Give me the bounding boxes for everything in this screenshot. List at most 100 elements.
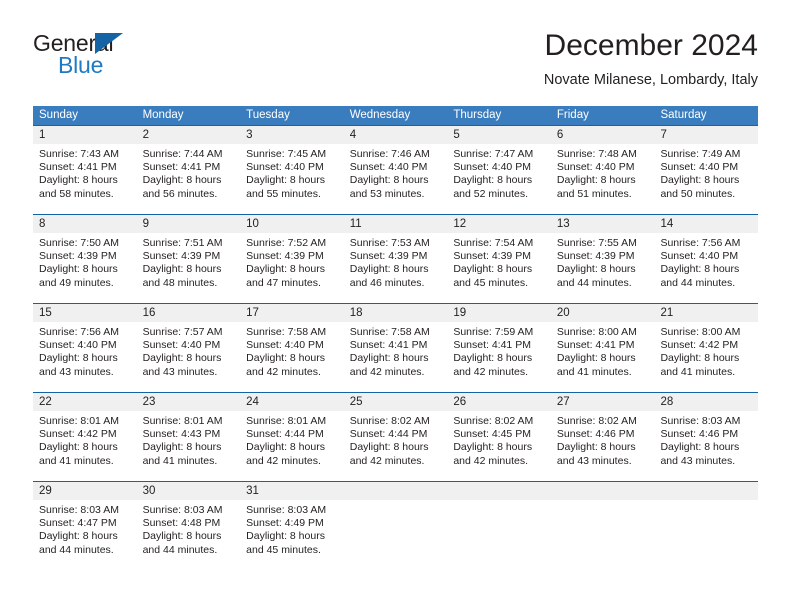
day-cell[interactable]: Sunrise: 8:00 AM Sunset: 4:41 PM Dayligh… [551, 322, 655, 392]
day-cell[interactable]: Sunrise: 8:02 AM Sunset: 4:46 PM Dayligh… [551, 411, 655, 481]
sunrise-text: Sunrise: 7:52 AM [246, 237, 327, 249]
day-number[interactable]: 10 [240, 215, 344, 233]
sunset-text: Sunset: 4:44 PM [349, 428, 428, 441]
day-cell[interactable]: Sunrise: 7:49 AM Sunset: 4:40 PM Dayligh… [654, 144, 758, 214]
daylight-text-line1: Daylight: 8 hours [246, 174, 325, 187]
day-cell[interactable]: Sunrise: 8:00 AM Sunset: 4:42 PM Dayligh… [654, 322, 758, 392]
day-cell[interactable]: Sunrise: 7:51 AM Sunset: 4:39 PM Dayligh… [137, 233, 241, 303]
day-cell[interactable]: Sunrise: 8:01 AM Sunset: 4:44 PM Dayligh… [240, 411, 344, 481]
daylight-text-line1: Daylight: 8 hours [39, 530, 118, 543]
day-cell[interactable]: Sunrise: 7:56 AM Sunset: 4:40 PM Dayligh… [654, 233, 758, 303]
day-cell[interactable]: Sunrise: 7:56 AM Sunset: 4:40 PM Dayligh… [33, 322, 137, 392]
day-cell[interactable]: Sunrise: 7:58 AM Sunset: 4:40 PM Dayligh… [240, 322, 344, 392]
sunrise-text: Sunrise: 7:46 AM [349, 148, 430, 160]
page-subtitle: Novate Milanese, Lombardy, Italy [543, 72, 758, 88]
daylight-text-line2: and 44 minutes. [142, 543, 218, 556]
day-cell[interactable]: Sunrise: 8:02 AM Sunset: 4:44 PM Dayligh… [344, 411, 448, 481]
day-number[interactable]: 4 [344, 126, 448, 144]
day-number[interactable]: 3 [240, 126, 344, 144]
daylight-text-line1: Daylight: 8 hours [142, 263, 222, 276]
day-number[interactable]: 14 [654, 215, 758, 233]
day-number[interactable]: 1 [33, 126, 137, 144]
day-number[interactable]: 16 [137, 304, 241, 322]
day-cell[interactable]: Sunrise: 7:57 AM Sunset: 4:40 PM Dayligh… [137, 322, 241, 392]
day-number[interactable]: 30 [137, 482, 241, 500]
day-number[interactable]: 28 [654, 393, 758, 411]
day-number[interactable]: 17 [240, 304, 344, 322]
sunrise-text: Sunrise: 7:48 AM [556, 148, 637, 160]
day-number[interactable]: 21 [654, 304, 758, 322]
day-cell[interactable]: Sunrise: 7:46 AM Sunset: 4:40 PM Dayligh… [344, 144, 448, 214]
day-cell[interactable]: Sunrise: 8:03 AM Sunset: 4:46 PM Dayligh… [654, 411, 758, 481]
day-cell[interactable]: Sunrise: 7:58 AM Sunset: 4:41 PM Dayligh… [344, 322, 448, 392]
day-number[interactable]: 7 [654, 126, 758, 144]
sunset-text: Sunset: 4:45 PM [453, 428, 531, 441]
day-number[interactable]: 25 [344, 393, 448, 411]
day-cell[interactable]: Sunrise: 8:03 AM Sunset: 4:48 PM Dayligh… [137, 500, 241, 570]
daylight-text-line1: Daylight: 8 hours [142, 174, 222, 187]
sunrise-text: Sunrise: 8:03 AM [660, 415, 741, 427]
daylight-text-line2: and 43 minutes. [556, 454, 632, 467]
daylight-text-line1: Daylight: 8 hours [246, 530, 325, 543]
day-cell[interactable]: Sunrise: 8:03 AM Sunset: 4:49 PM Dayligh… [240, 500, 344, 570]
daylight-text-line2: and 47 minutes. [246, 276, 321, 289]
day-cell[interactable]: Sunrise: 7:59 AM Sunset: 4:41 PM Dayligh… [447, 322, 551, 392]
day-number[interactable]: 6 [551, 126, 655, 144]
day-number[interactable]: 2 [137, 126, 241, 144]
sunset-text: Sunset: 4:39 PM [39, 250, 117, 263]
day-number[interactable]: 22 [33, 393, 137, 411]
day-cell[interactable]: Sunrise: 7:50 AM Sunset: 4:39 PM Dayligh… [33, 233, 137, 303]
day-cell[interactable]: Sunrise: 7:53 AM Sunset: 4:39 PM Dayligh… [344, 233, 448, 303]
day-number[interactable]: 11 [344, 215, 448, 233]
day-number[interactable]: 19 [447, 304, 551, 322]
daylight-text-line2: and 43 minutes. [142, 365, 218, 378]
day-number[interactable]: 18 [344, 304, 448, 322]
sunset-text: Sunset: 4:48 PM [142, 517, 221, 530]
week-detail-band: Sunrise: 7:56 AM Sunset: 4:40 PM Dayligh… [33, 322, 758, 392]
day-cell[interactable]: Sunrise: 7:47 AM Sunset: 4:40 PM Dayligh… [447, 144, 551, 214]
day-cell[interactable]: Sunrise: 8:03 AM Sunset: 4:47 PM Dayligh… [33, 500, 137, 570]
day-cell[interactable]: Sunrise: 8:01 AM Sunset: 4:42 PM Dayligh… [33, 411, 137, 481]
day-number[interactable]: 15 [33, 304, 137, 322]
day-number-empty [654, 482, 758, 500]
sunrise-text: Sunrise: 7:57 AM [142, 326, 223, 338]
day-cell[interactable]: Sunrise: 8:02 AM Sunset: 4:45 PM Dayligh… [447, 411, 551, 481]
day-number[interactable]: 9 [137, 215, 241, 233]
day-number[interactable]: 24 [240, 393, 344, 411]
day-cell[interactable]: Sunrise: 7:48 AM Sunset: 4:40 PM Dayligh… [551, 144, 655, 214]
day-cell[interactable]: Sunrise: 7:54 AM Sunset: 4:39 PM Dayligh… [447, 233, 551, 303]
weekday-header-friday: Friday [556, 109, 589, 121]
daylight-text-line1: Daylight: 8 hours [556, 263, 636, 276]
daylight-text-line2: and 46 minutes. [349, 276, 425, 289]
sunrise-text: Sunrise: 8:01 AM [246, 415, 327, 427]
day-cell[interactable]: Sunrise: 7:44 AM Sunset: 4:41 PM Dayligh… [137, 144, 241, 214]
day-number[interactable]: 23 [137, 393, 241, 411]
day-cell[interactable]: Sunrise: 7:55 AM Sunset: 4:39 PM Dayligh… [551, 233, 655, 303]
day-number-empty [344, 482, 448, 500]
day-number[interactable]: 20 [551, 304, 655, 322]
day-cell[interactable]: Sunrise: 7:43 AM Sunset: 4:41 PM Dayligh… [33, 144, 137, 214]
day-number[interactable]: 8 [33, 215, 137, 233]
sunrise-text: Sunrise: 8:01 AM [39, 415, 119, 427]
day-cell[interactable]: Sunrise: 7:45 AM Sunset: 4:40 PM Dayligh… [240, 144, 344, 214]
daylight-text-line2: and 43 minutes. [39, 365, 114, 378]
sunset-text: Sunset: 4:40 PM [453, 161, 531, 174]
day-cell[interactable]: Sunrise: 8:01 AM Sunset: 4:43 PM Dayligh… [137, 411, 241, 481]
day-cell[interactable]: Sunrise: 7:52 AM Sunset: 4:39 PM Dayligh… [240, 233, 344, 303]
daylight-text-line1: Daylight: 8 hours [453, 441, 533, 454]
day-number-empty [447, 482, 551, 500]
day-number[interactable]: 12 [447, 215, 551, 233]
day-number[interactable]: 26 [447, 393, 551, 411]
sunrise-text: Sunrise: 8:00 AM [556, 326, 637, 338]
brand-logo[interactable]: General Blue [33, 30, 263, 86]
weekday-header-monday: Monday [142, 109, 184, 121]
day-number[interactable]: 31 [240, 482, 344, 500]
day-number[interactable]: 13 [551, 215, 655, 233]
week-detail-band: Sunrise: 8:03 AM Sunset: 4:47 PM Dayligh… [33, 500, 758, 570]
sunset-text: Sunset: 4:40 PM [349, 161, 428, 174]
week-detail-band: Sunrise: 7:50 AM Sunset: 4:39 PM Dayligh… [33, 233, 758, 303]
day-number[interactable]: 29 [33, 482, 137, 500]
day-number[interactable]: 5 [447, 126, 551, 144]
calendar-grid: Sunday Monday Tuesday Wednesday Thursday… [33, 106, 758, 570]
day-number[interactable]: 27 [551, 393, 655, 411]
